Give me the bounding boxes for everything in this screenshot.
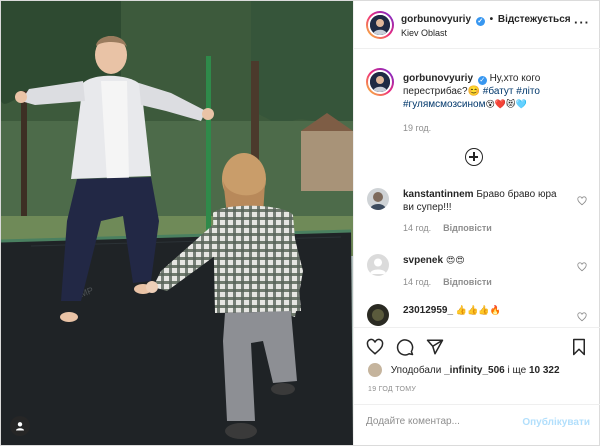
author-avatar[interactable]	[368, 13, 392, 37]
hashtag[interactable]: #батут	[483, 86, 514, 97]
header-line: gorbunovyuriy ✓ • Відстежується	[401, 14, 571, 26]
author-username[interactable]: gorbunovyuriy	[401, 14, 471, 25]
reply-button[interactable]: Відповісти	[443, 277, 492, 287]
comment-time[interactable]: 14 год.	[403, 223, 431, 233]
commenter-avatar[interactable]	[367, 304, 389, 326]
comment-input[interactable]	[366, 416, 516, 427]
caption-time[interactable]: 19 год.	[403, 122, 593, 135]
post-header: gorbunovyuriy ✓ • Відстежується Kiev Obl…	[354, 1, 600, 49]
post-sidebar: gorbunovyuriy ✓ • Відстежується Kiev Obl…	[353, 1, 600, 445]
author-avatar-ring[interactable]	[366, 11, 394, 39]
comment-username[interactable]: 23012959_	[403, 305, 453, 316]
comment-icon[interactable]	[396, 338, 414, 356]
verified-badge-icon: ✓	[475, 17, 485, 26]
liker-avatar[interactable]	[368, 363, 382, 378]
header-separator: •	[489, 14, 494, 25]
heart-icon[interactable]	[577, 196, 587, 206]
commenter-avatar[interactable]	[367, 254, 389, 276]
reply-button[interactable]: Відповісти	[443, 223, 492, 233]
comments-area: gorbunovyuriy ✓ Ну,хто кого перестрибає?…	[354, 50, 600, 326]
paper-plane-icon[interactable]	[426, 338, 444, 356]
comment-time[interactable]: 14 год.	[403, 277, 431, 287]
caption-avatar[interactable]	[368, 70, 392, 94]
publish-button[interactable]: Опублікувати	[522, 417, 590, 428]
likes-count[interactable]: 10 322	[529, 365, 560, 376]
more-horizontal-icon[interactable]: ···	[574, 15, 590, 30]
caption-username[interactable]: gorbunovyuriy	[403, 73, 473, 84]
comment-body: 23012959_ 👍👍👍🔥	[403, 304, 563, 318]
commenter-avatar[interactable]	[367, 188, 389, 210]
add-comment-row: Опублікувати	[354, 404, 600, 444]
likes-prefix: Уподобали	[390, 365, 442, 376]
hashtag[interactable]: #гулямсмозсином	[403, 99, 485, 110]
photo-scene: JUMP	[1, 1, 353, 445]
comment-body: kanstantinnem Браво браво юра ви супер!!…	[403, 188, 563, 235]
caption-emojis: 😵❤️😻🩵	[485, 100, 527, 110]
location-link[interactable]: Kiev Oblast	[401, 28, 447, 38]
heart-icon[interactable]	[577, 312, 587, 322]
heart-icon[interactable]	[366, 338, 384, 356]
comment-text: 👍👍👍🔥	[455, 306, 501, 316]
bookmark-icon[interactable]	[570, 338, 588, 356]
comment-username[interactable]: kanstantinnem	[403, 189, 474, 200]
likes-mid: і ще	[507, 365, 527, 376]
comment-text: 😍😍	[445, 256, 465, 266]
heart-icon[interactable]	[577, 262, 587, 272]
plus-circle-icon[interactable]	[465, 148, 483, 166]
post-photo[interactable]: JUMP	[1, 1, 353, 445]
liker-username[interactable]: _infinity_506	[444, 365, 505, 376]
comment-username[interactable]: svpenek	[403, 255, 443, 266]
instagram-post: JUMP	[0, 0, 600, 446]
comment-body: svpenek 😍😍 14 год. Відповісти	[403, 254, 563, 289]
action-bar: Уподобали _infinity_506 і ще 10 322 19 Г…	[354, 327, 600, 445]
tagged-user-icon[interactable]	[10, 416, 30, 436]
likes-summary: Уподобали _infinity_506 і ще 10 322	[368, 363, 560, 383]
caption-avatar-ring[interactable]	[366, 68, 394, 96]
comment-meta: 14 год. Відповісти	[403, 222, 563, 235]
verified-badge-icon: ✓	[477, 76, 487, 85]
hashtag[interactable]: #літо	[516, 86, 540, 97]
following-button[interactable]: Відстежується	[498, 14, 571, 25]
comment-meta: 14 год. Відповісти	[403, 276, 563, 289]
caption: gorbunovyuriy ✓ Ну,хто кого перестрибає?…	[403, 72, 593, 135]
post-timestamp[interactable]: 19 ГОД ТОМУ	[368, 386, 416, 393]
